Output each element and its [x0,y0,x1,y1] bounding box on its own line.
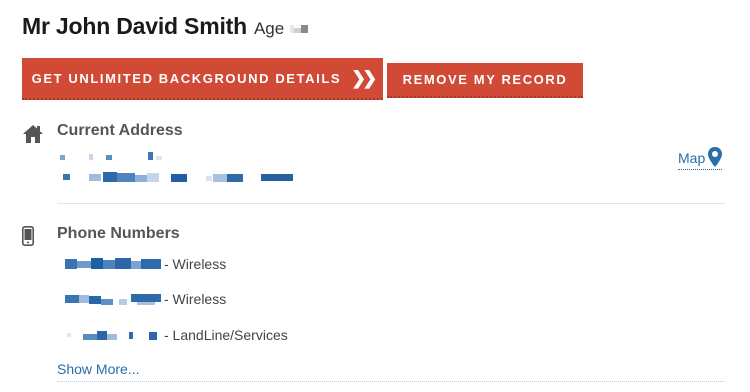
phone-number-redacted [57,256,163,272]
address-line-1-redacted [60,152,170,162]
phone-row: - Wireless [57,256,226,272]
home-icon [23,125,43,143]
map-pin-icon [708,147,723,167]
remove-record-button[interactable]: REMOVE MY RECORD [387,63,583,98]
address-line-2-redacted [63,170,298,184]
phone-type-label: - LandLine/Services [164,327,288,343]
show-more-divider [57,381,725,382]
remove-record-label: REMOVE MY RECORD [402,72,568,87]
get-unlimited-background-button[interactable]: GET UNLIMITED BACKGROUND DETAILS ❯❯ [22,58,383,100]
double-chevron-right-icon: ❯❯ [351,67,377,88]
current-address-title: Current Address [57,122,183,139]
phone-number-redacted [57,291,163,307]
show-more-link[interactable]: Show More... [57,361,139,377]
person-header: Mr John David Smith Age [22,13,309,40]
phone-type-label: - Wireless [164,291,227,307]
age-value-redacted [290,25,309,33]
phone-icon [22,226,34,246]
age-label: Age [253,19,285,38]
get-unlimited-background-label: GET UNLIMITED BACKGROUND DETAILS [31,70,342,86]
map-label: Map [678,150,706,166]
phone-row: - Wireless [57,291,226,307]
phone-numbers-title: Phone Numbers [57,225,180,242]
phone-type-label: - Wireless [164,256,227,272]
map-link[interactable]: Map [678,147,723,170]
person-name: Mr John David Smith [22,13,247,39]
phone-row: - LandLine/Services [57,327,288,343]
phone-number-redacted [57,327,163,343]
section-divider [57,203,725,204]
